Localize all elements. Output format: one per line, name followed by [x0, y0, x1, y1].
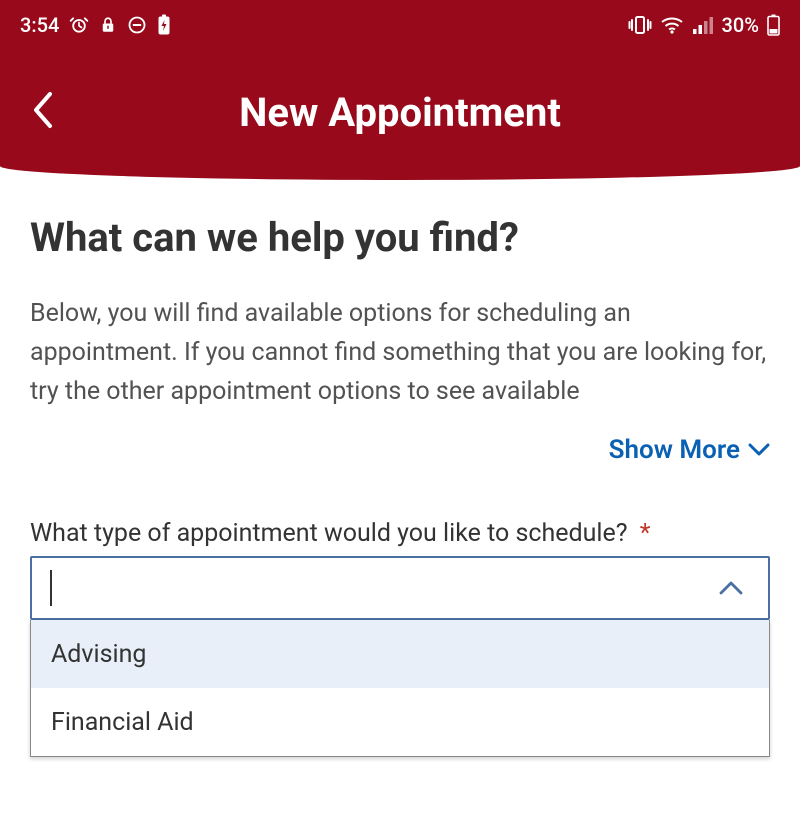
select-input-box[interactable]: [30, 556, 770, 620]
dropdown-option-financial-aid[interactable]: Financial Aid: [31, 688, 769, 756]
vibrate-icon: [628, 15, 652, 35]
appointment-type-label-text: What type of appointment would you like …: [30, 519, 628, 548]
appointment-type-label: What type of appointment would you like …: [30, 519, 770, 548]
battery-icon: [767, 14, 780, 36]
lock-icon: [99, 15, 117, 35]
chevron-up-icon: [718, 580, 744, 596]
page-title: What can we help you find?: [30, 214, 770, 261]
status-right-group: 30%: [628, 13, 780, 37]
dropdown-option-advising[interactable]: Advising: [31, 620, 769, 688]
wifi-icon: [660, 15, 684, 35]
required-asterisk: *: [640, 519, 651, 548]
dropdown-option-label: Advising: [51, 640, 146, 669]
status-bar: 3:54 30%: [0, 0, 800, 50]
appointment-type-select[interactable]: Advising Financial Aid: [30, 556, 770, 757]
chevron-down-icon: [748, 443, 770, 457]
show-more-link[interactable]: Show More: [609, 435, 770, 465]
signal-icon: [692, 15, 714, 35]
main-content: What can we help you find? Below, you wi…: [0, 180, 800, 757]
show-more-row: Show More: [30, 435, 770, 465]
page-description: Below, you will find available options f…: [30, 295, 770, 411]
show-more-label: Show More: [609, 435, 740, 465]
back-button[interactable]: [30, 90, 58, 130]
app-header: New Appointment: [0, 50, 800, 180]
do-not-disturb-icon: [127, 15, 147, 35]
status-time: 3:54: [20, 13, 59, 37]
page-header-title: New Appointment: [20, 89, 780, 136]
status-left-group: 3:54: [20, 13, 171, 37]
battery-charging-icon: [157, 14, 171, 36]
battery-percent: 30%: [722, 13, 759, 37]
dropdown-panel: Advising Financial Aid: [30, 620, 770, 757]
alarm-icon: [69, 15, 89, 35]
dropdown-option-label: Financial Aid: [51, 708, 194, 737]
text-cursor: [50, 570, 52, 606]
